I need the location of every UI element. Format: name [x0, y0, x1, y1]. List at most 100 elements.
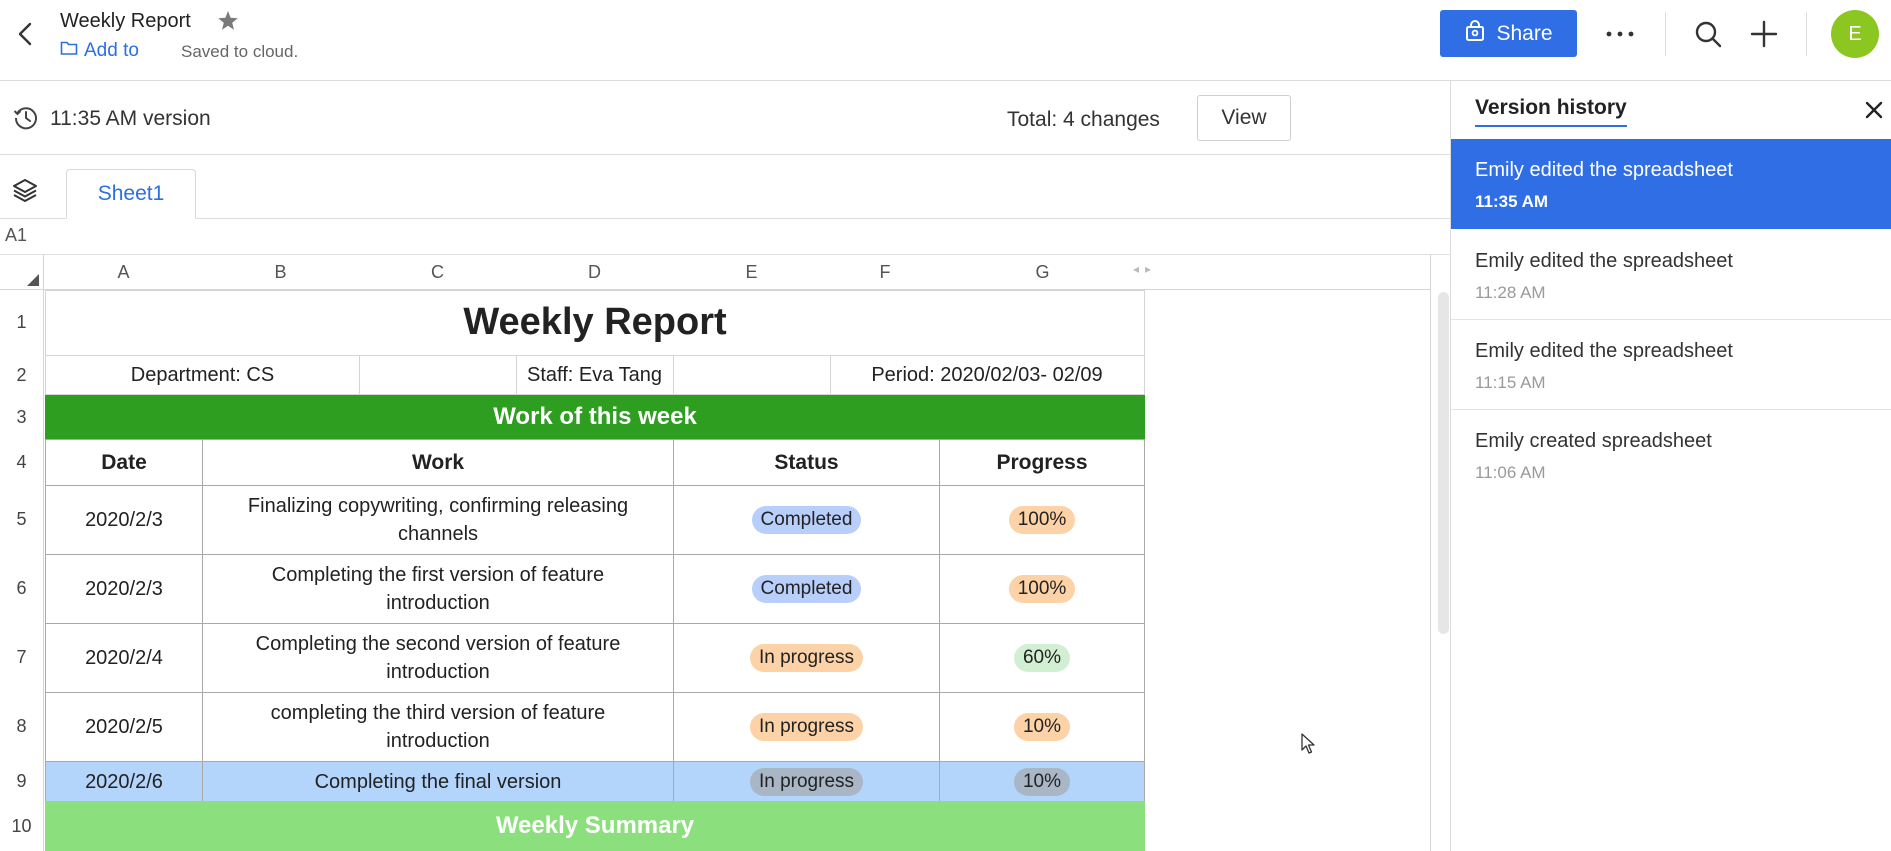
progress-badge: 10% — [1013, 713, 1071, 741]
back-icon[interactable] — [12, 20, 40, 48]
row-header[interactable]: 5 — [0, 485, 44, 554]
status-badge: In progress — [749, 644, 864, 672]
bag-icon — [1464, 19, 1486, 48]
row-header[interactable]: 7 — [0, 623, 44, 692]
department-cell[interactable]: Department: CS — [45, 355, 360, 395]
column-header[interactable]: A — [45, 255, 202, 290]
column-header[interactable]: G — [940, 255, 1145, 290]
version-item[interactable]: Emily edited the spreadsheet 11:28 AM — [1451, 230, 1891, 320]
date-cell[interactable]: 2020/2/5 — [45, 692, 203, 762]
status-cell[interactable]: In progress — [673, 692, 940, 762]
progress-cell[interactable]: 10% — [939, 692, 1145, 762]
work-cell[interactable]: completing the third version of feature … — [202, 692, 674, 762]
row-header[interactable]: 4 — [0, 439, 44, 485]
status-badge: In progress — [749, 713, 864, 741]
work-cell[interactable]: Completing the first version of feature … — [202, 554, 674, 624]
document-title[interactable]: Weekly Report — [60, 10, 191, 33]
share-label: Share — [1496, 21, 1553, 45]
column-header[interactable]: B — [202, 255, 359, 290]
sheet-tab-bar: Sheet1 — [0, 155, 1450, 219]
column-header[interactable]: E — [673, 255, 830, 290]
search-icon[interactable] — [1693, 19, 1723, 49]
status-cell[interactable]: In progress — [673, 623, 940, 693]
progress-badge: 60% — [1013, 644, 1071, 672]
version-item-time: 11:28 AM — [1475, 283, 1546, 302]
status-cell[interactable]: In progress — [673, 761, 940, 802]
column-header[interactable]: F — [830, 255, 940, 290]
scrollbar-thumb[interactable] — [1438, 292, 1449, 634]
progress-badge: 10% — [1013, 767, 1071, 796]
column-header[interactable]: D — [516, 255, 673, 290]
header-progress[interactable]: Progress — [939, 439, 1145, 486]
add-to-link[interactable]: Add to — [60, 40, 139, 62]
date-cell[interactable]: 2020/2/3 — [45, 485, 203, 555]
version-item-time: 11:15 AM — [1475, 373, 1546, 392]
column-header-row: A B C D E F G ◂▸ — [0, 255, 1430, 290]
row-header[interactable]: 3 — [0, 395, 44, 439]
divider — [1806, 12, 1807, 56]
date-cell[interactable]: 2020/2/3 — [45, 554, 203, 624]
version-history-title[interactable]: Version history — [1475, 96, 1627, 127]
column-scroll-arrows[interactable]: ◂▸ — [1133, 262, 1157, 276]
empty-cell[interactable] — [673, 355, 831, 395]
section-header-summary[interactable]: Weekly Summary — [45, 801, 1145, 851]
status-cell[interactable]: Completed — [673, 554, 940, 624]
folder-icon — [60, 40, 78, 62]
more-icon[interactable] — [1603, 18, 1637, 50]
version-bar: 11:35 AM version Total: 4 changes View — [0, 81, 1450, 155]
row-header[interactable]: 2 — [0, 355, 44, 395]
progress-cell[interactable]: 10% — [939, 761, 1145, 802]
view-button[interactable]: View — [1197, 95, 1291, 141]
period-cell[interactable]: Period: 2020/02/03- 02/09 — [830, 355, 1145, 395]
layers-icon[interactable] — [11, 176, 39, 204]
row-header[interactable]: 10 — [0, 801, 44, 851]
version-item[interactable]: Emily created spreadsheet 11:06 AM — [1451, 410, 1891, 500]
header-status[interactable]: Status — [673, 439, 940, 486]
column-header[interactable]: C — [359, 255, 516, 290]
total-changes: Total: 4 changes — [1007, 108, 1160, 131]
row-header[interactable]: 8 — [0, 692, 44, 761]
report-title-cell[interactable]: Weekly Report — [45, 290, 1145, 355]
version-history-panel: Version history Emily edited the spreads… — [1450, 81, 1891, 851]
date-cell[interactable]: 2020/2/6 — [45, 761, 203, 802]
version-item-time: 11:35 AM — [1475, 192, 1549, 211]
share-button[interactable]: Share — [1440, 10, 1577, 57]
empty-cell[interactable] — [359, 355, 517, 395]
status-cell[interactable]: Completed — [673, 485, 940, 555]
status-badge: In progress — [749, 767, 864, 796]
progress-cell[interactable]: 100% — [939, 485, 1145, 555]
mouse-cursor-icon — [1301, 733, 1317, 755]
tab-sheet1[interactable]: Sheet1 — [66, 169, 196, 219]
status-badge: Completed — [751, 506, 862, 534]
row-header[interactable]: 9 — [0, 761, 44, 801]
progress-cell[interactable]: 100% — [939, 554, 1145, 624]
version-item[interactable]: Emily edited the spreadsheet 11:15 AM — [1451, 320, 1891, 410]
progress-badge: 100% — [1008, 575, 1076, 603]
work-cell[interactable]: Completing the final version — [202, 761, 674, 802]
header-work[interactable]: Work — [202, 439, 674, 486]
version-item[interactable]: Emily edited the spreadsheet 11:35 AM — [1451, 139, 1891, 229]
work-cell[interactable]: Finalizing copywriting, confirming relea… — [202, 485, 674, 555]
date-cell[interactable]: 2020/2/4 — [45, 623, 203, 693]
section-header-work[interactable]: Work of this week — [45, 395, 1145, 439]
close-icon[interactable] — [1863, 99, 1885, 121]
clock-icon — [13, 105, 39, 131]
version-item-title: Emily edited the spreadsheet — [1475, 159, 1733, 181]
progress-cell[interactable]: 60% — [939, 623, 1145, 693]
row-header[interactable]: 1 — [0, 290, 44, 355]
cell-reference[interactable]: A1 — [5, 225, 27, 246]
header-date[interactable]: Date — [45, 439, 203, 486]
staff-cell[interactable]: Staff: Eva Tang — [516, 355, 674, 395]
version-item-title: Emily edited the spreadsheet — [1475, 340, 1733, 362]
select-all-corner[interactable] — [0, 255, 44, 290]
work-cell[interactable]: Completing the second version of feature… — [202, 623, 674, 693]
avatar[interactable]: E — [1831, 10, 1879, 58]
divider — [1665, 12, 1666, 56]
plus-icon[interactable] — [1749, 19, 1779, 49]
status-badge: Completed — [751, 575, 862, 603]
row-header[interactable]: 6 — [0, 554, 44, 623]
current-version-label: 11:35 AM version — [50, 107, 211, 130]
star-icon[interactable] — [216, 9, 240, 33]
save-status: Saved to cloud. — [181, 42, 299, 61]
grid-border — [1430, 255, 1431, 851]
